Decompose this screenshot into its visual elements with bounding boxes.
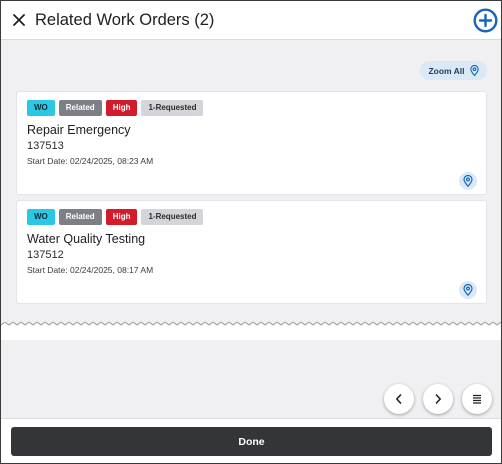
- page-title: Related Work Orders (2): [35, 11, 215, 29]
- map-pin-icon: [463, 175, 473, 187]
- next-button[interactable]: [423, 384, 453, 414]
- close-button[interactable]: [9, 10, 29, 30]
- add-work-order-button[interactable]: [473, 8, 498, 33]
- type-badge: WO: [27, 100, 55, 116]
- work-order-number: 137513: [27, 140, 64, 152]
- type-badge: WO: [27, 209, 55, 225]
- relation-badge: Related: [58, 100, 102, 116]
- tear-separator: [1, 322, 501, 340]
- close-icon: [13, 14, 25, 26]
- status-badge: 1-Requested: [141, 100, 204, 116]
- app-window: Related Work Orders (2) Zoom All WO Rela…: [0, 0, 502, 464]
- status-badge: 1-Requested: [141, 209, 204, 225]
- work-order-card[interactable]: WO Related High 1-Requested Repair Emerg…: [16, 91, 487, 195]
- list-view-button[interactable]: [462, 384, 492, 414]
- previous-button[interactable]: [384, 384, 414, 414]
- locate-on-map-button[interactable]: [459, 281, 477, 299]
- zoom-all-button[interactable]: Zoom All: [420, 61, 487, 80]
- header-bar: Related Work Orders (2): [1, 1, 501, 40]
- work-order-title: Water Quality Testing: [27, 232, 146, 246]
- relation-badge: Related: [58, 209, 102, 225]
- locate-on-map-button[interactable]: [459, 172, 477, 190]
- work-order-card[interactable]: WO Related High 1-Requested Water Qualit…: [16, 200, 487, 304]
- priority-badge: High: [105, 100, 138, 116]
- zoom-all-label: Zoom All: [428, 65, 465, 76]
- footer-bar: Done: [1, 418, 501, 463]
- map-pin-icon: [469, 65, 479, 76]
- priority-badge: High: [105, 209, 138, 225]
- chevron-right-icon: [435, 394, 441, 404]
- work-order-start-date: Start Date: 02/24/2025, 08:17 AM: [27, 265, 154, 275]
- add-circle-icon: [473, 8, 498, 33]
- work-order-number: 137512: [27, 249, 64, 261]
- map-pin-icon: [463, 284, 473, 296]
- list-icon: [473, 394, 481, 404]
- work-order-start-date: Start Date: 02/24/2025, 08:23 AM: [27, 156, 154, 166]
- badge-row: WO Related High 1-Requested: [27, 209, 204, 225]
- chevron-left-icon: [396, 394, 402, 404]
- work-order-title: Repair Emergency: [27, 123, 131, 137]
- badge-row: WO Related High 1-Requested: [27, 100, 204, 116]
- done-button[interactable]: Done: [11, 427, 492, 456]
